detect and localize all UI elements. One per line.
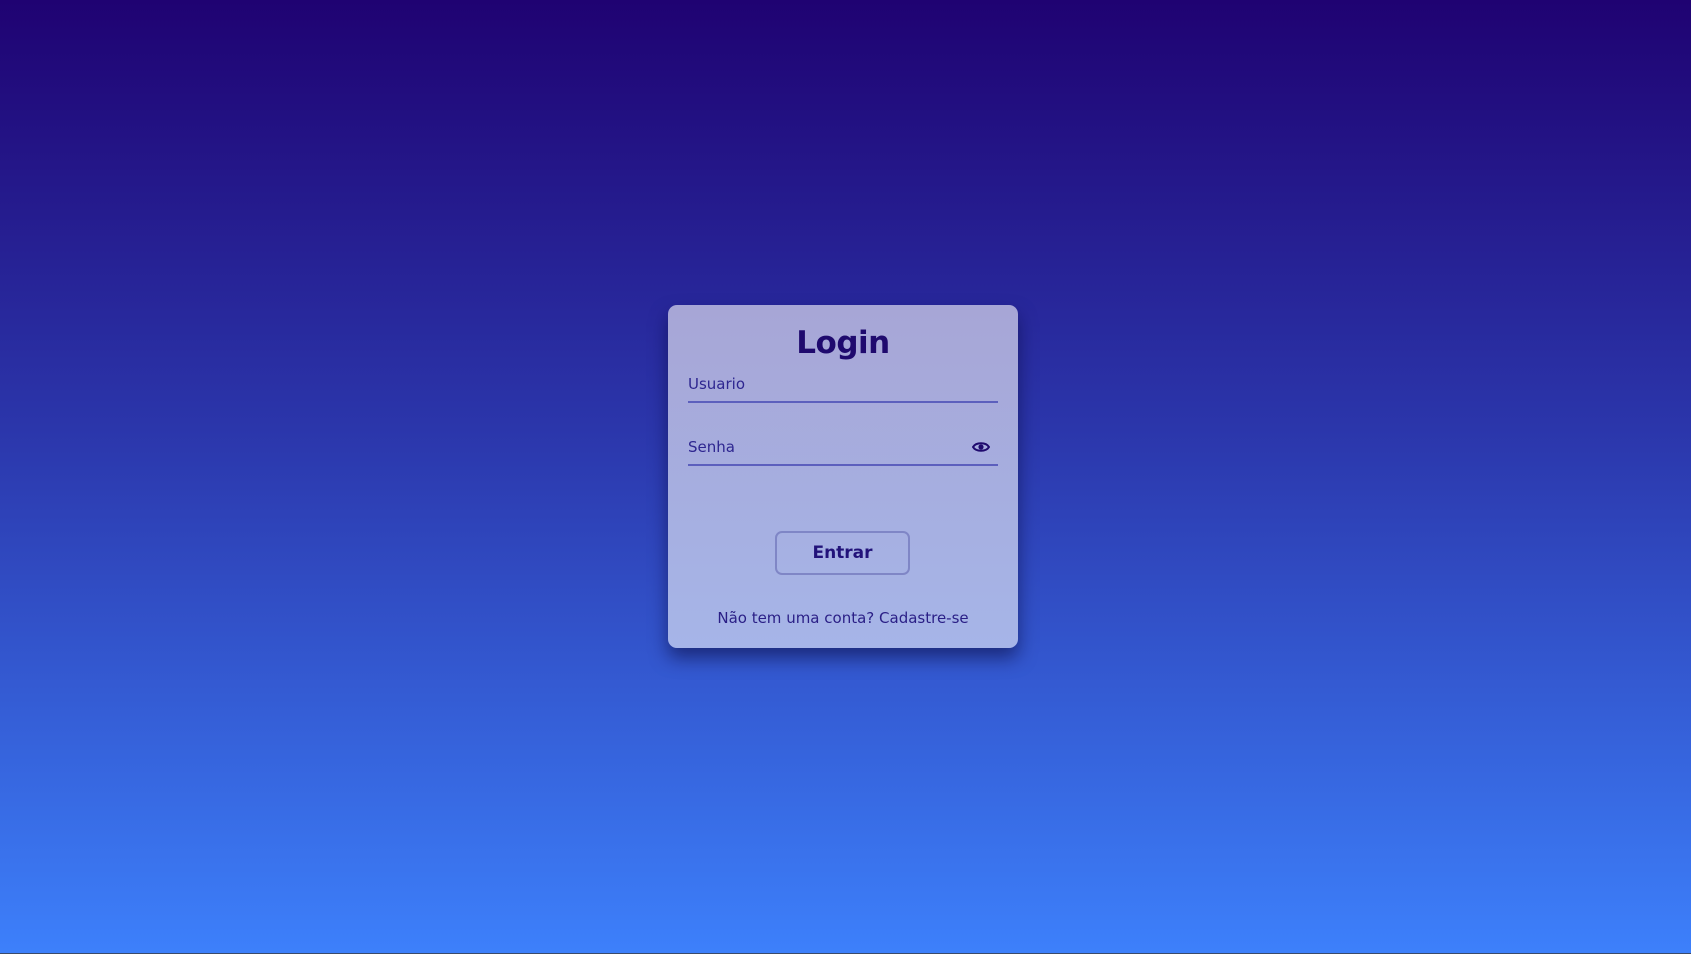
signup-link[interactable]: Cadastre-se — [879, 609, 969, 627]
login-title: Login — [796, 325, 890, 361]
eye-icon[interactable] — [971, 439, 991, 455]
login-card: Login Entrar Não tem uma conta? Cadastre… — [668, 305, 1018, 648]
password-field — [688, 430, 998, 466]
password-input[interactable] — [688, 430, 998, 464]
signup-line: Não tem uma conta? Cadastre-se — [668, 609, 1018, 627]
username-field — [688, 367, 998, 403]
username-input[interactable] — [688, 367, 998, 401]
login-button[interactable]: Entrar — [775, 531, 910, 575]
signup-prompt: Não tem uma conta? — [717, 609, 875, 627]
